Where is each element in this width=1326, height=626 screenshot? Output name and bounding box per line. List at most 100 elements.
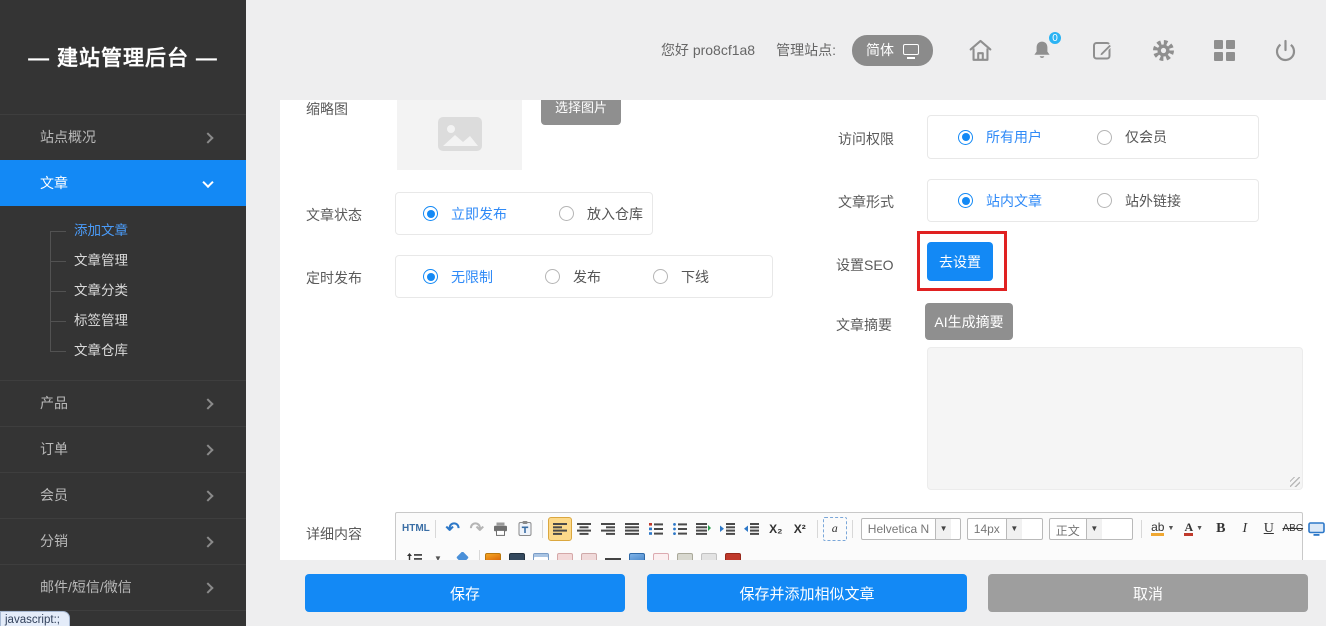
paste-button[interactable] bbox=[513, 517, 537, 541]
format-eraser-button[interactable] bbox=[450, 547, 474, 561]
sidebar-item-mail-sms-wechat[interactable]: 邮件/短信/微信 bbox=[0, 564, 246, 610]
radio-all-users[interactable]: 所有用户 bbox=[958, 127, 1042, 147]
radio-unselected-icon bbox=[545, 269, 560, 284]
radio-internal-article[interactable]: 站内文章 bbox=[958, 191, 1042, 211]
radio-publish-now[interactable]: 立即发布 bbox=[423, 204, 507, 224]
sidebar-item-distribution[interactable]: 分销 bbox=[0, 518, 246, 564]
submenu-item-tag-manage[interactable]: 标签管理 bbox=[0, 306, 246, 336]
font-family-select[interactable]: Helvetica N ▼ bbox=[861, 518, 961, 540]
sidebar-item-orders[interactable]: 订单 bbox=[0, 426, 246, 472]
toolbar-separator bbox=[852, 520, 853, 538]
fullscreen-button[interactable] bbox=[1305, 517, 1326, 541]
font-size-select[interactable]: 14px ▼ bbox=[967, 518, 1043, 540]
line-height-button[interactable] bbox=[402, 547, 426, 561]
radio-publish-at[interactable]: 发布 bbox=[545, 267, 601, 287]
notifications-button[interactable]: 0 bbox=[1028, 37, 1055, 64]
align-center-button[interactable] bbox=[572, 517, 596, 541]
bold-button[interactable]: B bbox=[1209, 517, 1233, 541]
edit-icon bbox=[1090, 37, 1116, 63]
ai-generate-summary-button[interactable]: AI生成摘要 bbox=[925, 303, 1013, 340]
radio-members-only[interactable]: 仅会员 bbox=[1097, 127, 1167, 147]
line-height-arrow[interactable]: ▼ bbox=[426, 547, 450, 561]
underline-button[interactable]: U bbox=[1257, 517, 1281, 541]
sidebar: — 建站管理后台 — 站点概况 文章 添加文章 文章管理 文章分类 标签管理 文… bbox=[0, 0, 246, 626]
strikethrough-button[interactable]: ABC bbox=[1281, 517, 1305, 541]
attach-pdf-button[interactable] bbox=[725, 553, 741, 561]
insert-video-button[interactable] bbox=[509, 553, 525, 561]
align-left-button[interactable] bbox=[548, 517, 572, 541]
merge-cells-button[interactable] bbox=[581, 553, 597, 561]
html-source-button[interactable]: HTML bbox=[402, 517, 430, 541]
horizontal-rule-button[interactable] bbox=[605, 558, 621, 560]
radio-label: 仅会员 bbox=[1125, 127, 1167, 147]
sidebar-item-products[interactable]: 产品 bbox=[0, 380, 246, 426]
radio-label: 站内文章 bbox=[986, 191, 1042, 211]
radio-no-limit[interactable]: 无限制 bbox=[423, 267, 493, 287]
language-toggle-button[interactable]: 简体 bbox=[852, 35, 933, 66]
radio-external-link[interactable]: 站外链接 bbox=[1097, 191, 1181, 211]
remove-link-button[interactable] bbox=[701, 553, 717, 561]
access-rights-label: 访问权限 bbox=[838, 129, 894, 149]
indent-increase-button[interactable] bbox=[716, 517, 740, 541]
editor-toolbar-row-2: ▼ bbox=[396, 543, 1302, 560]
radio-offline-at[interactable]: 下线 bbox=[653, 267, 709, 287]
resize-grip-icon[interactable] bbox=[1290, 477, 1300, 487]
radio-to-warehouse[interactable]: 放入仓库 bbox=[559, 204, 643, 224]
anchor-button[interactable] bbox=[653, 553, 669, 561]
highlight-color-button[interactable]: ab ▼ bbox=[1147, 517, 1179, 541]
insert-link-button[interactable] bbox=[677, 553, 693, 561]
unordered-list-button[interactable] bbox=[668, 517, 692, 541]
eraser-icon bbox=[455, 552, 470, 560]
summary-textarea[interactable] bbox=[927, 347, 1303, 490]
italic-button[interactable]: I bbox=[1233, 517, 1257, 541]
submenu-item-article-category[interactable]: 文章分类 bbox=[0, 276, 246, 306]
sidebar-item-members[interactable]: 会员 bbox=[0, 472, 246, 518]
paste-icon bbox=[518, 521, 532, 536]
save-and-add-similar-button[interactable]: 保存并添加相似文章 bbox=[647, 574, 967, 612]
seo-label: 设置SEO bbox=[836, 255, 894, 275]
sidebar-item-label: 产品 bbox=[40, 395, 68, 411]
superscript-button[interactable]: X² bbox=[788, 517, 812, 541]
page-break-button[interactable] bbox=[557, 553, 573, 561]
settings-button[interactable] bbox=[1150, 37, 1177, 64]
auto-typeset-button[interactable]: a bbox=[823, 517, 847, 541]
seo-setup-button[interactable]: 去设置 bbox=[927, 242, 993, 281]
indent-decrease-button[interactable] bbox=[740, 517, 764, 541]
thumbnail-placeholder[interactable] bbox=[397, 100, 522, 170]
image-map-button[interactable] bbox=[629, 553, 645, 561]
radio-label: 立即发布 bbox=[451, 204, 507, 224]
logout-button[interactable] bbox=[1272, 37, 1299, 64]
align-right-button[interactable] bbox=[596, 517, 620, 541]
save-label: 保存 bbox=[450, 586, 480, 603]
undo-button[interactable]: ↶ bbox=[441, 517, 465, 541]
apps-button[interactable] bbox=[1211, 37, 1238, 64]
choose-image-button[interactable]: 选择图片 bbox=[541, 100, 621, 125]
insert-image-button[interactable] bbox=[485, 553, 501, 561]
edit-button[interactable] bbox=[1089, 37, 1116, 64]
admin-console: — 建站管理后台 — 站点概况 文章 添加文章 文章管理 文章分类 标签管理 文… bbox=[0, 0, 1326, 626]
redo-button[interactable]: ↷ bbox=[465, 517, 489, 541]
submenu-item-article-warehouse[interactable]: 文章仓库 bbox=[0, 336, 246, 366]
cancel-button[interactable]: 取消 bbox=[988, 574, 1308, 612]
align-justify-button[interactable] bbox=[620, 517, 644, 541]
subscript-button[interactable]: X₂ bbox=[764, 517, 788, 541]
image-placeholder-icon bbox=[437, 116, 483, 152]
chevron-right-icon bbox=[202, 582, 213, 593]
submenu-item-add-article[interactable]: 添加文章 bbox=[0, 216, 246, 246]
paragraph-format-select[interactable]: 正文 ▼ bbox=[1049, 518, 1133, 540]
thumbnail-label: 缩略图 bbox=[306, 100, 348, 119]
ordered-list-button[interactable] bbox=[644, 517, 668, 541]
ordered-list-icon bbox=[649, 523, 663, 535]
submenu-item-article-manage[interactable]: 文章管理 bbox=[0, 246, 246, 276]
save-and-add-label: 保存并添加相似文章 bbox=[739, 586, 874, 603]
paragraph-indent-button[interactable] bbox=[692, 517, 716, 541]
save-button[interactable]: 保存 bbox=[305, 574, 625, 612]
home-button[interactable] bbox=[967, 37, 994, 64]
print-button[interactable] bbox=[489, 517, 513, 541]
insert-table-button[interactable] bbox=[533, 553, 549, 561]
sidebar-item-site-overview[interactable]: 站点概况 bbox=[0, 114, 246, 160]
cancel-label: 取消 bbox=[1133, 586, 1163, 603]
top-bar: 您好 pro8cf1a8 管理站点: 简体 0 bbox=[246, 0, 1326, 100]
font-color-button[interactable]: A ▼ bbox=[1179, 517, 1209, 541]
sidebar-item-articles[interactable]: 文章 bbox=[0, 160, 246, 206]
